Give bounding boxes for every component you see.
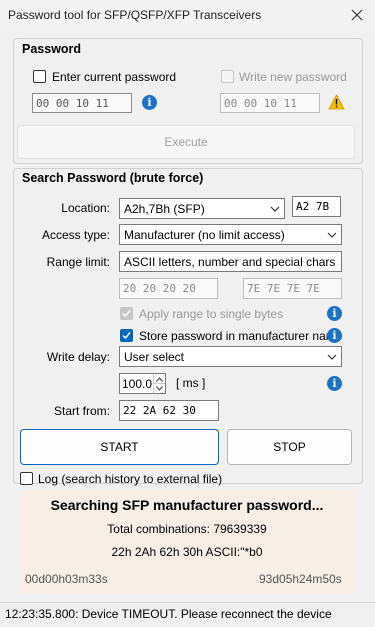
enter-current-password-label[interactable]: Enter current password [52,70,176,84]
delay-spinbox[interactable]: 100.0 [119,373,166,394]
location-hex-field[interactable]: A2 7B [292,196,341,217]
chevron-down-icon [327,354,337,360]
info-icon[interactable]: i [327,306,342,321]
progress-heading: Searching SFP manufacturer password... [50,497,324,513]
warning-icon [328,94,345,113]
apply-range-label[interactable]: Apply range to single bytes [139,307,283,321]
start-from-label: Start from: [53,404,110,418]
write-delay-select-value: User select [124,349,185,364]
total-combinations: Total combinations: 79639339 [107,522,267,536]
search-group-title: Search Password (brute force) [22,171,204,185]
delay-unit-label: [ ms ] [176,376,206,390]
write-new-password-checkbox[interactable] [221,70,234,83]
close-button[interactable] [344,3,370,27]
window-title: Password tool for SFP/QSFP/XFP Transceiv… [8,8,262,22]
range-limit-select[interactable]: ASCII letters, number and special chars [119,251,342,272]
info-icon[interactable]: i [142,95,157,110]
spin-down-button[interactable] [153,383,165,393]
location-select-value: A2h,7Bh (SFP) [124,201,205,216]
password-group-title: Password [22,42,82,56]
start-button[interactable]: START [20,429,219,465]
location-label: Location: [61,201,110,215]
location-select[interactable]: A2h,7Bh (SFP) [119,198,285,219]
current-password-hex-field[interactable]: 00 00 10 11 [32,93,132,113]
chevron-down-icon [335,261,337,262]
checkmark-icon [122,332,131,340]
execute-button[interactable]: Execute [17,125,355,159]
status-message: 12:23:35.800: Device TIMEOUT. Please rec… [5,607,332,621]
elapsed-time: 00d00h03m33s [25,572,108,586]
chevron-down-icon [270,206,280,212]
current-value: 22h 2Ah 62h 30h ASCII:"*b0 [111,545,263,559]
store-password-label[interactable]: Store password in manufacturer name [139,329,342,343]
new-password-hex-field[interactable]: 00 00 10 11 [220,93,320,113]
access-type-select-value: Manufacturer (no limit access) [124,227,285,242]
log-label[interactable]: Log (search history to external file) [38,472,222,486]
info-icon[interactable]: i [327,376,342,391]
close-icon [351,9,363,21]
write-delay-label: Write delay: [46,350,110,364]
access-type-select[interactable]: Manufacturer (no limit access) [119,224,342,245]
apply-range-checkbox[interactable] [120,307,133,320]
log-checkbox[interactable] [20,472,33,485]
chevron-down-icon [327,232,337,238]
range-to-hex-field[interactable]: 7E 7E 7E 7E [243,278,342,299]
access-type-label: Access type: [41,228,110,242]
range-from-hex-field[interactable]: 20 20 20 20 [119,278,218,299]
store-password-checkbox[interactable] [120,329,133,342]
range-limit-label: Range limit: [46,255,110,269]
stop-button[interactable]: STOP [227,429,352,465]
write-new-password-label[interactable]: Write new password [239,70,347,84]
remaining-time: 93d05h24m50s [259,572,342,586]
checkmark-icon [122,310,131,318]
write-delay-select[interactable]: User select [119,346,342,367]
enter-current-password-checkbox[interactable] [33,70,46,83]
range-limit-select-value: ASCII letters, number and special chars [124,254,336,269]
info-icon[interactable]: i [327,328,342,343]
delay-value[interactable]: 100.0 [122,377,152,391]
start-from-hex-field[interactable]: 22 2A 62 30 [119,400,219,421]
